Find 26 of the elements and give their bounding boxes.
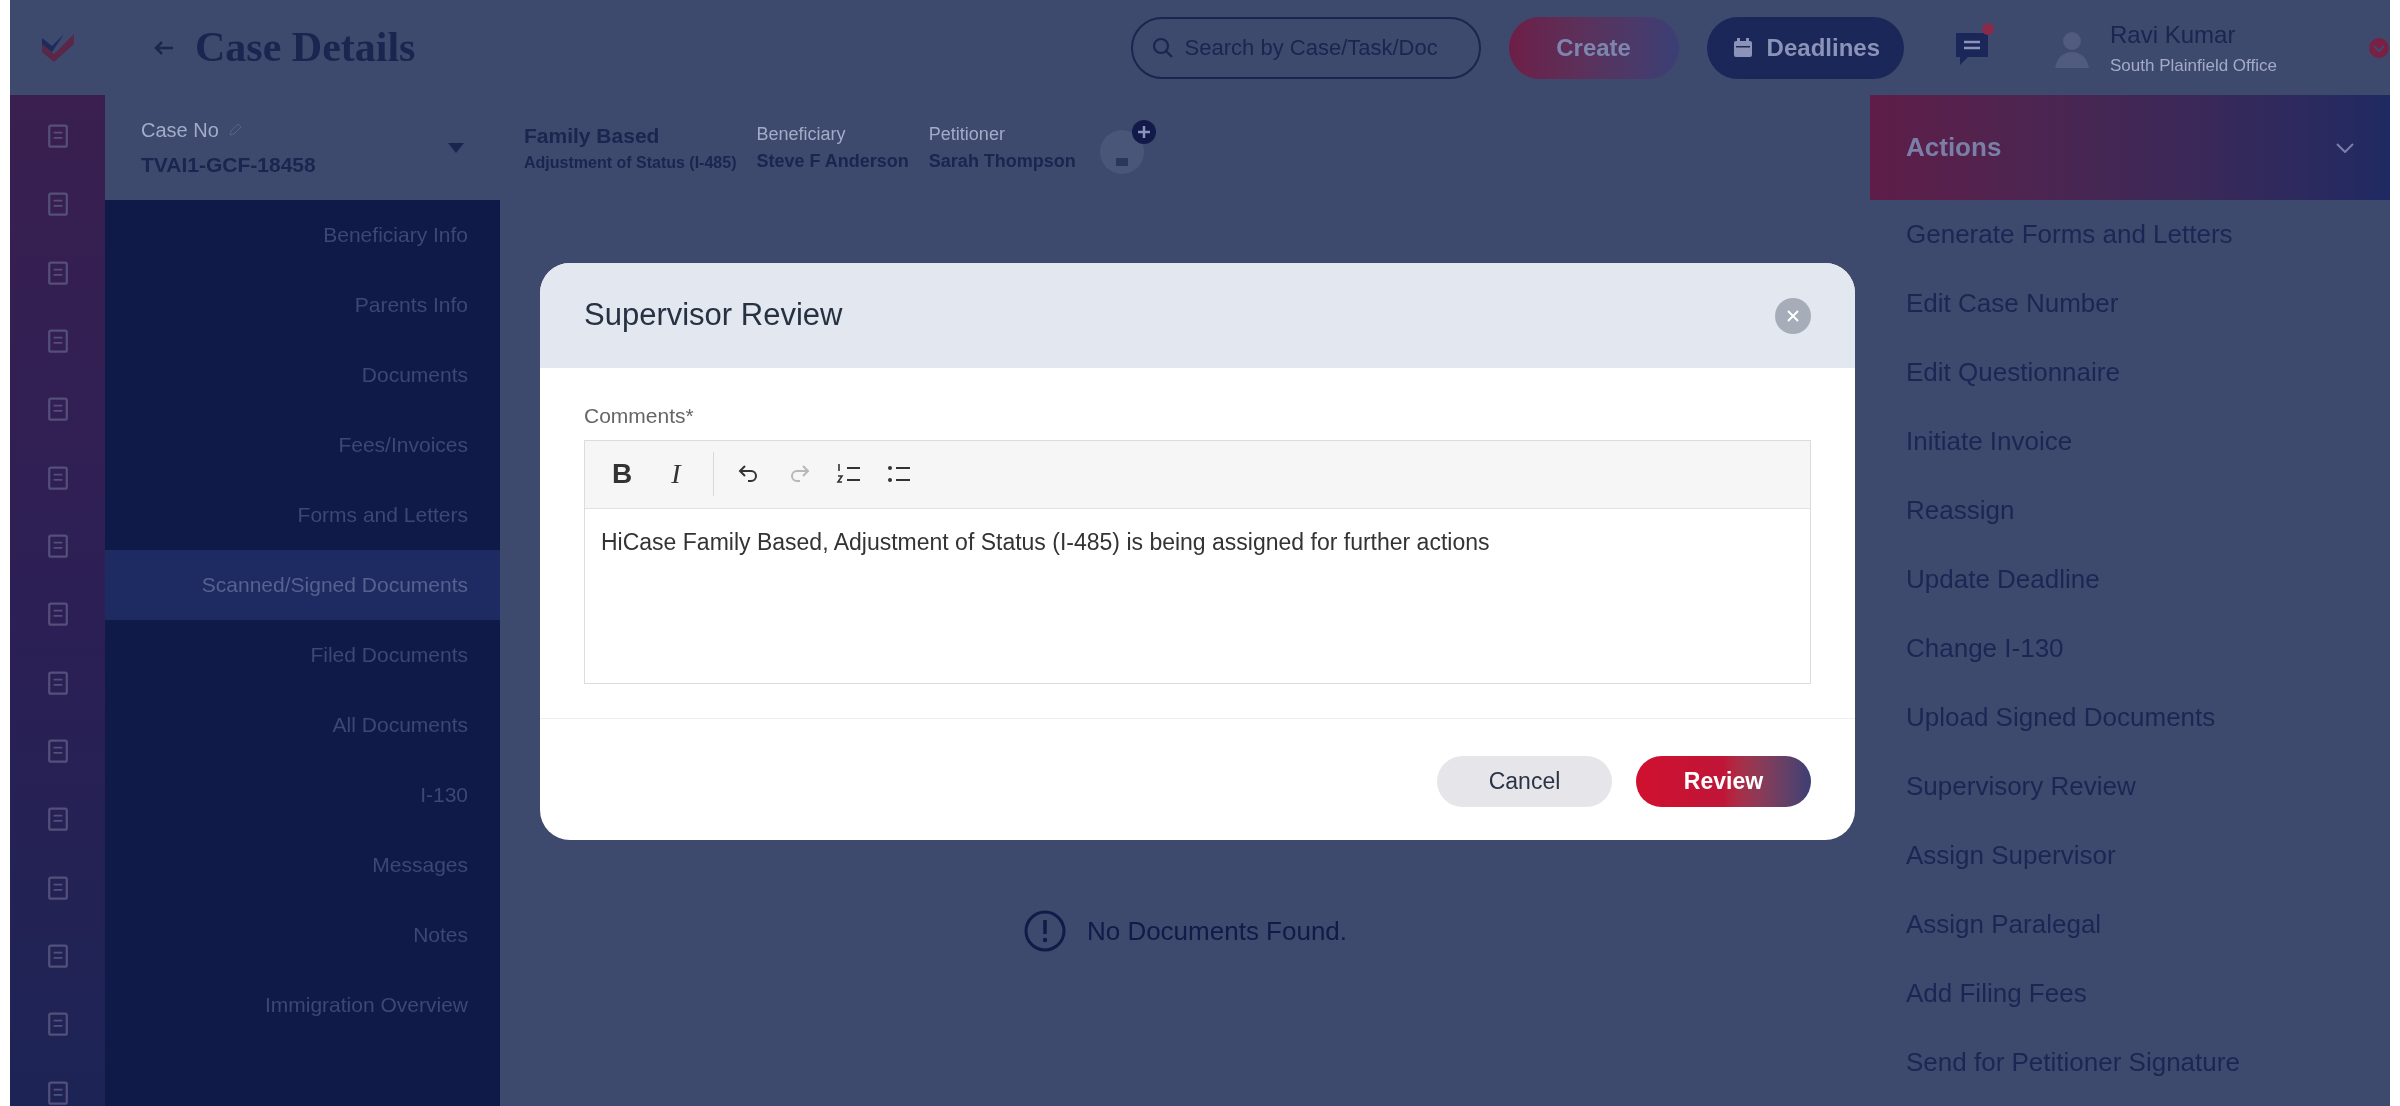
search-icon — [1150, 35, 1175, 60]
rich-text-editor[interactable]: B I HiCase Family Based, Adjustment of Status (I-485) is being assigned for further actions — [584, 439, 1811, 684]
bold-button[interactable]: B — [605, 453, 639, 495]
cancel-button[interactable]: Cancel — [1437, 755, 1612, 807]
actions-title: Actions — [1906, 131, 2002, 164]
modal-title: Supervisor Review — [584, 296, 843, 335]
comments-label: Comments* — [584, 403, 695, 429]
sidebar-item[interactable]: Scanned/Signed Documents — [105, 550, 500, 620]
close-icon — [1787, 309, 1799, 322]
beneficiary-label: Beneficiary — [756, 122, 847, 146]
chevron-down-icon — [2336, 142, 2354, 153]
comment-text[interactable]: HiCase Family Based, Adjustment of Status (I-485) is being assigned for further actions — [585, 508, 1810, 683]
caret-icon[interactable] — [448, 142, 464, 153]
petitioner-label: Petitioner — [928, 122, 1006, 146]
italic-button[interactable]: I — [659, 453, 693, 495]
dropdown-icon[interactable] — [2368, 36, 2390, 59]
back-arrow-icon[interactable] — [153, 39, 175, 56]
create-button[interactable]: Create — [1508, 16, 1679, 79]
user-office: South Plainfield Office — [2110, 54, 2278, 77]
deadlines-button[interactable]: Deadlines — [1706, 16, 1904, 79]
edit-icon[interactable] — [226, 121, 243, 138]
review-button[interactable]: Review — [1636, 755, 1811, 807]
close-button[interactable] — [1775, 297, 1811, 334]
actions-header[interactable]: Actions — [1870, 95, 2390, 200]
alert-icon — [1022, 909, 1067, 953]
case-no-label: Case No — [141, 117, 219, 143]
